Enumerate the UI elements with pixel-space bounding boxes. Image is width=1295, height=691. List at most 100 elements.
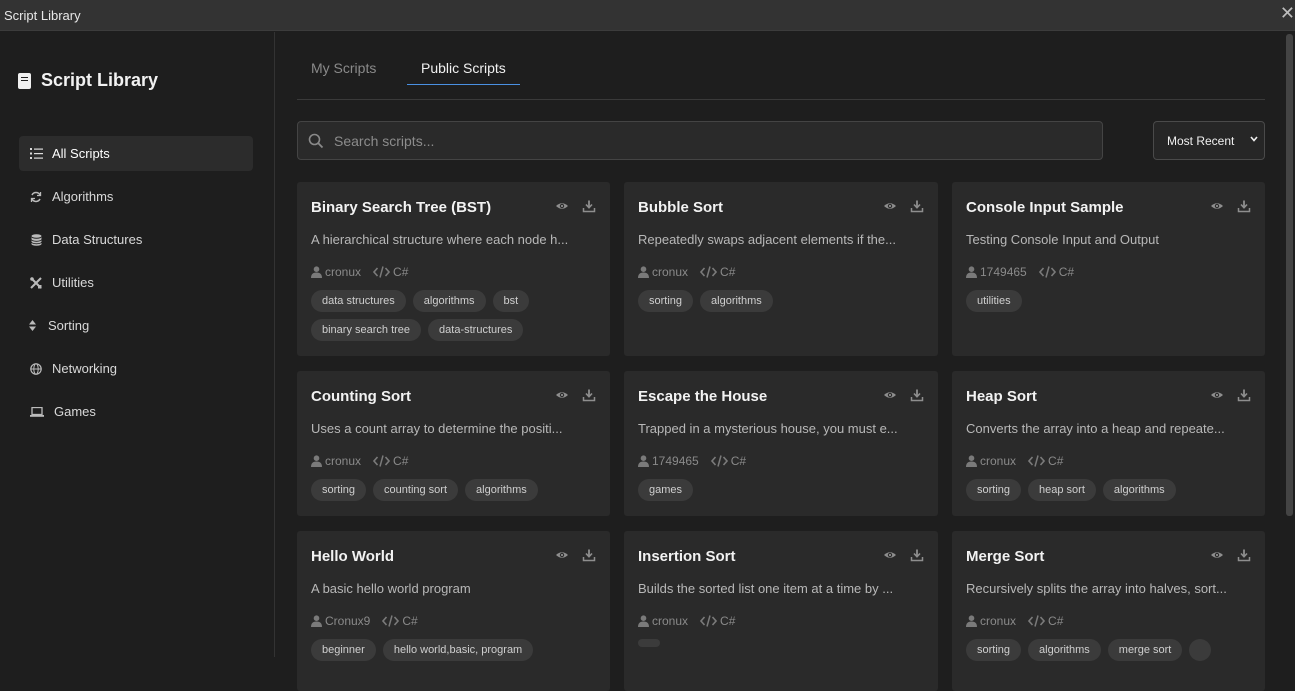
card-author: cronux <box>311 265 361 279</box>
user-icon <box>311 615 322 627</box>
script-card[interactable]: Merge Sort Recursively splits the array i… <box>952 531 1265 691</box>
tag-chip[interactable]: algorithms <box>700 290 773 312</box>
language-name: C# <box>1048 454 1064 468</box>
tag-chip[interactable]: heap sort <box>1028 479 1096 501</box>
script-card[interactable]: Insertion Sort Builds the sorted list one… <box>624 531 938 691</box>
eye-icon[interactable] <box>555 199 569 213</box>
eye-icon[interactable] <box>883 199 897 213</box>
card-tags: sorting counting sort algorithms <box>311 479 601 501</box>
user-icon <box>311 455 322 467</box>
tag-chip[interactable]: algorithms <box>1102 479 1176 501</box>
card-meta: cronux C# <box>311 454 408 468</box>
close-icon[interactable]: ✕ <box>1280 3 1295 24</box>
script-card[interactable]: Binary Search Tree (BST) A hierarchical s… <box>297 182 610 356</box>
sidebar-item-data-structures[interactable]: Data Structures <box>19 222 253 257</box>
tag-chip[interactable]: binary search tree <box>311 319 422 341</box>
sidebar-item-networking[interactable]: Networking <box>19 351 253 386</box>
download-icon[interactable] <box>910 388 924 402</box>
sidebar-item-algorithms[interactable]: Algorithms <box>19 179 253 214</box>
download-icon[interactable] <box>582 548 596 562</box>
tag-chip[interactable]: algorithms <box>412 290 486 312</box>
download-icon[interactable] <box>1237 548 1251 562</box>
user-icon <box>966 615 977 627</box>
download-icon[interactable] <box>910 199 924 213</box>
script-card[interactable]: Bubble Sort Repeatedly swaps adjacent ele… <box>624 182 938 356</box>
card-language: C# <box>372 265 408 279</box>
script-card[interactable]: Heap Sort Converts the array into a heap … <box>952 371 1265 516</box>
eye-icon[interactable] <box>555 548 569 562</box>
tag-chip[interactable] <box>638 639 660 647</box>
tag-chip[interactable]: sorting <box>966 479 1022 501</box>
main-panel: My Scripts Public Scripts Most Recent Bi… <box>276 32 1283 691</box>
download-icon[interactable] <box>910 548 924 562</box>
tag-chip[interactable]: sorting <box>966 639 1022 661</box>
user-icon <box>966 455 977 467</box>
download-icon[interactable] <box>582 388 596 402</box>
card-tags: utilities <box>966 290 1256 312</box>
eye-icon[interactable] <box>1210 548 1224 562</box>
tag-chip[interactable] <box>1189 639 1212 661</box>
download-icon[interactable] <box>1237 388 1251 402</box>
code-icon <box>1027 615 1046 627</box>
book-icon <box>18 72 31 89</box>
sort-select[interactable]: Most Recent <box>1153 121 1265 160</box>
tag-chip[interactable]: data-structures <box>428 319 524 341</box>
tag-chip[interactable]: hello world,basic, program <box>382 639 534 661</box>
card-title: Console Input Sample <box>966 199 1124 216</box>
title-bar: Script Library ✕ <box>0 0 1295 31</box>
card-description: Recursively splits the array into halves… <box>966 581 1227 596</box>
script-card[interactable]: Escape the House Trapped in a mysterious … <box>624 371 938 516</box>
card-meta: cronux C# <box>638 265 735 279</box>
tag-chip[interactable]: algorithms <box>1028 639 1101 661</box>
eye-icon[interactable] <box>1210 388 1224 402</box>
scrollbar-thumb[interactable] <box>1286 34 1293 516</box>
tag-chip[interactable]: beginner <box>311 639 376 661</box>
card-language: C# <box>710 454 747 468</box>
author-name: Cronux9 <box>325 614 371 628</box>
tag-chip[interactable]: sorting <box>638 290 694 312</box>
author-name: cronux <box>325 265 362 279</box>
download-icon[interactable] <box>1237 199 1251 213</box>
tag-chip[interactable]: sorting <box>311 479 367 501</box>
sort-icon <box>27 319 37 333</box>
search-input[interactable] <box>334 132 1074 149</box>
script-card[interactable]: Console Input Sample Testing Console Inpu… <box>952 182 1265 356</box>
card-language: C# <box>372 454 408 468</box>
language-name: C# <box>730 454 747 468</box>
card-title: Merge Sort <box>966 548 1045 565</box>
language-name: C# <box>402 614 418 628</box>
code-icon <box>382 615 400 627</box>
sidebar-item-label: Algorithms <box>52 189 114 204</box>
tag-chip[interactable]: utilities <box>966 290 1022 312</box>
card-actions <box>1210 388 1251 402</box>
author-name: cronux <box>652 265 689 279</box>
tag-chip[interactable]: counting sort <box>373 479 459 501</box>
card-title: Binary Search Tree (BST) <box>311 199 492 216</box>
sidebar-item-games[interactable]: Games <box>19 394 253 429</box>
tag-chip[interactable]: bst <box>492 290 530 312</box>
eye-icon[interactable] <box>555 388 569 402</box>
eye-icon[interactable] <box>1210 199 1224 213</box>
card-tags: games <box>638 479 928 501</box>
sidebar-item-label: Networking <box>52 361 118 376</box>
sidebar-item-sorting[interactable]: Sorting <box>19 308 253 343</box>
script-card[interactable]: Counting Sort Uses a count array to deter… <box>297 371 610 516</box>
sidebar-item-all-scripts[interactable]: All Scripts <box>19 136 253 171</box>
script-card[interactable]: Hello World A basic hello world program Cr… <box>297 531 610 691</box>
tab-my-scripts[interactable]: My Scripts <box>311 60 376 76</box>
tag-chip[interactable]: algorithms <box>465 479 538 501</box>
user-icon <box>638 615 649 627</box>
sidebar-item-utilities[interactable]: Utilities <box>19 265 253 300</box>
search-icon <box>308 133 324 148</box>
tag-chip[interactable]: games <box>638 479 694 501</box>
eye-icon[interactable] <box>883 388 897 402</box>
eye-icon[interactable] <box>883 548 897 562</box>
card-author: Cronux9 <box>311 614 370 628</box>
tag-chip[interactable]: data structures <box>311 290 406 312</box>
card-author: 1749465 <box>638 454 699 468</box>
card-language: C# <box>1027 454 1064 468</box>
tag-chip[interactable]: merge sort <box>1107 639 1183 661</box>
tab-public-scripts[interactable]: Public Scripts <box>407 60 520 85</box>
card-meta: cronux C# <box>638 614 735 628</box>
download-icon[interactable] <box>582 199 596 213</box>
